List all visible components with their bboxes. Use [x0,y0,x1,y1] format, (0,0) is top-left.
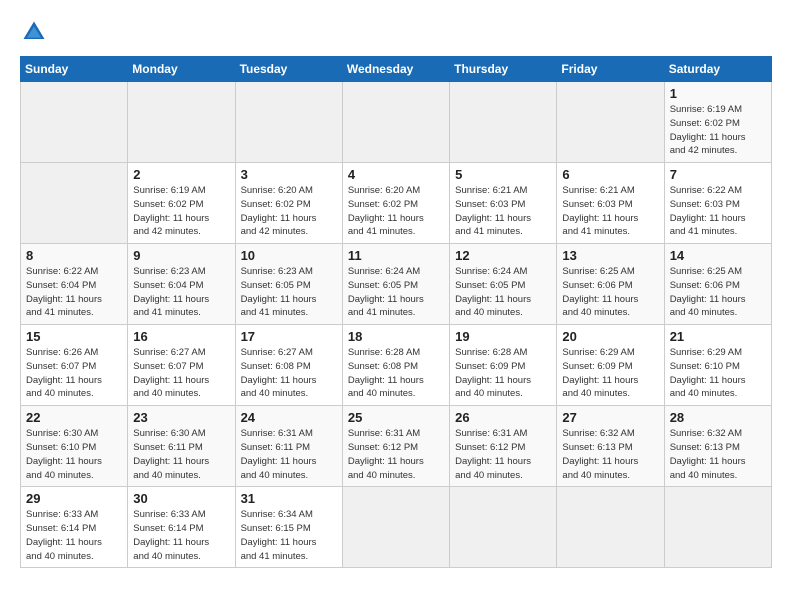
day-cell: 3Sunrise: 6:20 AMSunset: 6:02 PMDaylight… [235,163,342,244]
day-cell: 5Sunrise: 6:21 AMSunset: 6:03 PMDaylight… [450,163,557,244]
empty-cell [557,82,664,163]
day-cell: 26Sunrise: 6:31 AMSunset: 6:12 PMDayligh… [450,406,557,487]
empty-cell [450,487,557,568]
day-cell: 24Sunrise: 6:31 AMSunset: 6:11 PMDayligh… [235,406,342,487]
logo-icon [20,18,48,46]
week-row: 29Sunrise: 6:33 AMSunset: 6:14 PMDayligh… [21,487,772,568]
col-header-saturday: Saturday [664,57,771,82]
day-cell: 9Sunrise: 6:23 AMSunset: 6:04 PMDaylight… [128,244,235,325]
page: SundayMondayTuesdayWednesdayThursdayFrid… [0,0,792,612]
col-header-thursday: Thursday [450,57,557,82]
day-cell: 22Sunrise: 6:30 AMSunset: 6:10 PMDayligh… [21,406,128,487]
day-cell: 18Sunrise: 6:28 AMSunset: 6:08 PMDayligh… [342,325,449,406]
day-cell: 7Sunrise: 6:22 AMSunset: 6:03 PMDaylight… [664,163,771,244]
day-cell: 12Sunrise: 6:24 AMSunset: 6:05 PMDayligh… [450,244,557,325]
day-cell: 8Sunrise: 6:22 AMSunset: 6:04 PMDaylight… [21,244,128,325]
empty-cell [21,82,128,163]
day-cell: 28Sunrise: 6:32 AMSunset: 6:13 PMDayligh… [664,406,771,487]
day-cell: 27Sunrise: 6:32 AMSunset: 6:13 PMDayligh… [557,406,664,487]
empty-cell [342,82,449,163]
day-cell: 1Sunrise: 6:19 AMSunset: 6:02 PMDaylight… [664,82,771,163]
empty-cell [557,487,664,568]
logo [20,18,52,46]
empty-cell [21,163,128,244]
day-cell: 17Sunrise: 6:27 AMSunset: 6:08 PMDayligh… [235,325,342,406]
week-row: 15Sunrise: 6:26 AMSunset: 6:07 PMDayligh… [21,325,772,406]
header-row: SundayMondayTuesdayWednesdayThursdayFrid… [21,57,772,82]
day-cell: 2Sunrise: 6:19 AMSunset: 6:02 PMDaylight… [128,163,235,244]
day-cell: 14Sunrise: 6:25 AMSunset: 6:06 PMDayligh… [664,244,771,325]
week-row: 2Sunrise: 6:19 AMSunset: 6:02 PMDaylight… [21,163,772,244]
day-cell: 25Sunrise: 6:31 AMSunset: 6:12 PMDayligh… [342,406,449,487]
empty-cell [450,82,557,163]
week-row: 1Sunrise: 6:19 AMSunset: 6:02 PMDaylight… [21,82,772,163]
header [20,18,772,46]
empty-cell [342,487,449,568]
day-cell: 31Sunrise: 6:34 AMSunset: 6:15 PMDayligh… [235,487,342,568]
day-cell: 23Sunrise: 6:30 AMSunset: 6:11 PMDayligh… [128,406,235,487]
empty-cell [128,82,235,163]
col-header-tuesday: Tuesday [235,57,342,82]
col-header-sunday: Sunday [21,57,128,82]
day-cell: 15Sunrise: 6:26 AMSunset: 6:07 PMDayligh… [21,325,128,406]
day-cell: 21Sunrise: 6:29 AMSunset: 6:10 PMDayligh… [664,325,771,406]
empty-cell [664,487,771,568]
week-row: 8Sunrise: 6:22 AMSunset: 6:04 PMDaylight… [21,244,772,325]
empty-cell [235,82,342,163]
calendar-table: SundayMondayTuesdayWednesdayThursdayFrid… [20,56,772,568]
week-row: 22Sunrise: 6:30 AMSunset: 6:10 PMDayligh… [21,406,772,487]
day-cell: 4Sunrise: 6:20 AMSunset: 6:02 PMDaylight… [342,163,449,244]
day-cell: 13Sunrise: 6:25 AMSunset: 6:06 PMDayligh… [557,244,664,325]
day-cell: 19Sunrise: 6:28 AMSunset: 6:09 PMDayligh… [450,325,557,406]
day-cell: 29Sunrise: 6:33 AMSunset: 6:14 PMDayligh… [21,487,128,568]
day-cell: 20Sunrise: 6:29 AMSunset: 6:09 PMDayligh… [557,325,664,406]
day-cell: 10Sunrise: 6:23 AMSunset: 6:05 PMDayligh… [235,244,342,325]
day-cell: 30Sunrise: 6:33 AMSunset: 6:14 PMDayligh… [128,487,235,568]
day-cell: 16Sunrise: 6:27 AMSunset: 6:07 PMDayligh… [128,325,235,406]
col-header-monday: Monday [128,57,235,82]
day-cell: 6Sunrise: 6:21 AMSunset: 6:03 PMDaylight… [557,163,664,244]
col-header-friday: Friday [557,57,664,82]
day-cell: 11Sunrise: 6:24 AMSunset: 6:05 PMDayligh… [342,244,449,325]
col-header-wednesday: Wednesday [342,57,449,82]
